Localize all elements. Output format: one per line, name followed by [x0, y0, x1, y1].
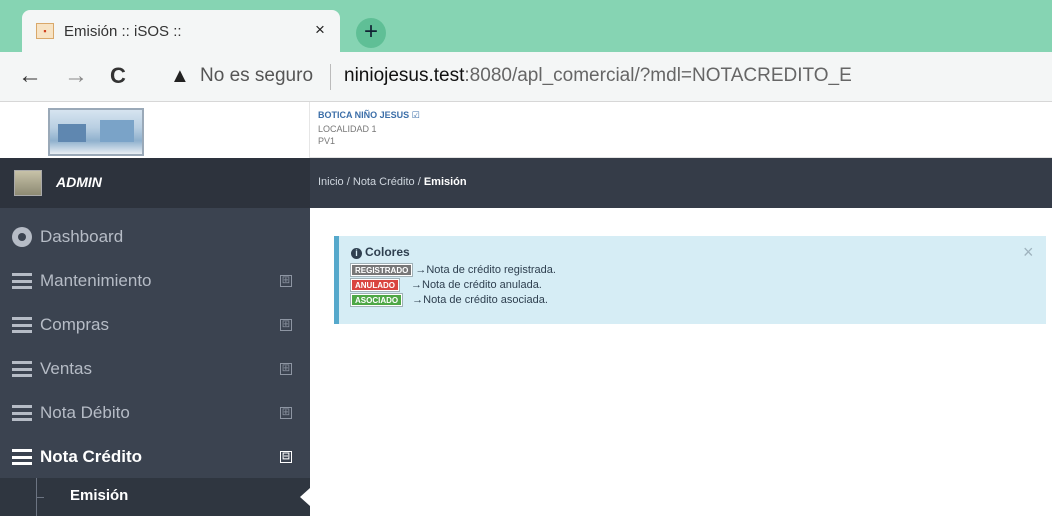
close-icon[interactable]: ×: [1023, 242, 1034, 262]
legend-row-anulado: ANULADO →Nota de crédito anulada.: [350, 277, 542, 292]
browser-tab[interactable]: ▪ Emisión :: iSOS :: ×: [22, 10, 340, 52]
status-badge: REGISTRADO: [349, 262, 414, 277]
reload-icon[interactable]: C: [110, 62, 126, 90]
app-header: BOTICA NIÑO JESUS ☑ LOCALIDAD 1 PV1: [0, 102, 1052, 158]
status-badge: ANULADO: [350, 277, 400, 292]
address-bar: ← → C ▲ No es seguro niniojesus.test:808…: [0, 52, 1052, 102]
breadcrumb-home[interactable]: Inicio: [318, 176, 344, 188]
dashboard-icon: [12, 227, 32, 247]
alert-title: i Colores: [351, 245, 410, 259]
submenu-tick: [36, 497, 44, 498]
security-label[interactable]: No es seguro: [200, 65, 313, 87]
new-tab-button[interactable]: +: [356, 18, 386, 48]
legend-text: →Nota de crédito registrada.: [415, 263, 556, 276]
list-icon: [12, 405, 32, 421]
status-badge: ASOCIADO: [349, 292, 404, 307]
locality-label: LOCALIDAD 1: [318, 124, 377, 134]
main-content: i Colores × REGISTRADO →Nota de crédito r…: [310, 208, 1052, 516]
collapse-icon[interactable]: ⊟: [280, 451, 292, 463]
address-separator: [330, 64, 331, 90]
expand-icon[interactable]: ⊞: [280, 407, 292, 419]
url-field[interactable]: niniojesus.test:8080/apl_comercial/?mdl=…: [344, 65, 852, 87]
favicon-icon: ▪: [36, 23, 54, 39]
list-icon: [12, 317, 32, 333]
logo-area: [0, 102, 310, 158]
sidebar-item-nota-credito[interactable]: Nota Crédito ⊟: [0, 436, 310, 480]
sidebar-item-label: Ventas: [40, 359, 92, 378]
expand-icon[interactable]: ⊞: [280, 275, 292, 287]
point-of-sale-label: PV1: [318, 136, 336, 146]
sidebar-item-mantenimiento[interactable]: Mantenimiento ⊞: [0, 260, 310, 304]
warning-icon[interactable]: ▲: [170, 63, 190, 89]
user-panel[interactable]: ADMIN: [0, 158, 310, 208]
sidebar-submenu: Emisión: [0, 478, 310, 516]
sidebar-item-label: Nota Crédito: [40, 447, 142, 466]
breadcrumb-current: Emisión: [423, 176, 467, 188]
user-name: ADMIN: [56, 174, 102, 190]
sidebar-item-label: Compras: [40, 315, 109, 334]
browser-tab-bar: ▪ Emisión :: iSOS :: × +: [0, 0, 1052, 52]
legend-text: →Nota de crédito anulada.: [411, 278, 542, 291]
forward-arrow-icon[interactable]: →: [64, 62, 88, 90]
avatar: [14, 170, 42, 196]
breadcrumb-section[interactable]: Nota Crédito: [353, 176, 415, 188]
top-navbar: ADMIN Inicio / Nota Crédito / Emisión: [0, 158, 1052, 208]
breadcrumb: Inicio / Nota Crédito / Emisión: [318, 176, 467, 188]
tab-close-icon[interactable]: ×: [310, 20, 330, 40]
list-icon: [12, 273, 32, 289]
sidebar-item-label: Dashboard: [40, 227, 124, 246]
legend-row-registrado: REGISTRADO →Nota de crédito registrada.: [349, 262, 556, 277]
url-path: :8080/apl_comercial/?mdl=NOTACREDITO_E: [464, 65, 852, 86]
info-icon: i: [351, 248, 362, 259]
company-logo[interactable]: [48, 108, 144, 156]
expand-icon[interactable]: ⊞: [280, 363, 292, 375]
back-arrow-icon[interactable]: ←: [18, 62, 42, 90]
sidebar-subitem-emision[interactable]: Emisión: [70, 487, 128, 504]
colors-alert: i Colores × REGISTRADO →Nota de crédito r…: [334, 236, 1046, 324]
sidebar-item-dashboard[interactable]: Dashboard: [0, 216, 310, 260]
breadcrumb-separator: /: [346, 176, 350, 188]
sidebar-item-label: Mantenimiento: [40, 271, 152, 290]
legend-text: →Nota de crédito asociada.: [412, 293, 548, 306]
legend-row-asociado: ASOCIADO →Nota de crédito asociada.: [349, 292, 548, 307]
url-host: niniojesus.test: [344, 65, 465, 86]
breadcrumb-separator: /: [417, 176, 421, 188]
sidebar-item-ventas[interactable]: Ventas ⊞: [0, 348, 310, 392]
sidebar-item-nota-debito[interactable]: Nota Débito ⊞: [0, 392, 310, 436]
tab-title: Emisión :: iSOS ::: [64, 22, 182, 40]
active-pointer-icon: [300, 488, 310, 506]
sidebar: Dashboard Mantenimiento ⊞ Compras ⊞ Vent…: [0, 208, 310, 516]
alert-title-text: Colores: [365, 245, 410, 259]
list-icon: [12, 361, 32, 377]
list-icon: [12, 449, 32, 465]
sidebar-item-label: Nota Débito: [40, 403, 130, 422]
sidebar-item-compras[interactable]: Compras ⊞: [0, 304, 310, 348]
company-name-link[interactable]: BOTICA NIÑO JESUS ☑: [318, 110, 420, 121]
expand-icon[interactable]: ⊞: [280, 319, 292, 331]
